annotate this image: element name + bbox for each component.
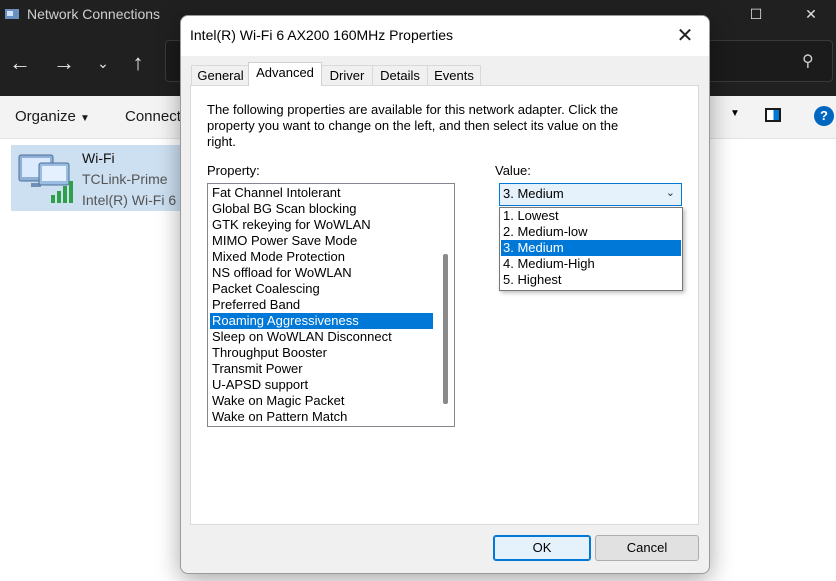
tab-events[interactable]: Events: [427, 65, 481, 86]
tab-advanced[interactable]: Advanced: [248, 62, 322, 86]
wifi-adapter-icon: [18, 154, 73, 203]
property-item[interactable]: Mixed Mode Protection: [210, 249, 345, 265]
value-label: Value:: [495, 163, 531, 178]
property-item[interactable]: MIMO Power Save Mode: [210, 233, 357, 249]
organize-menu[interactable]: Organize ▼: [15, 108, 90, 125]
description-text: The following properties are available f…: [207, 102, 619, 149]
chevron-down-icon: ▼: [80, 113, 90, 124]
value-option-selected[interactable]: 3. Medium: [501, 240, 681, 256]
property-item[interactable]: Wake on Pattern Match: [210, 409, 347, 425]
forward-arrow-icon[interactable]: →: [52, 52, 76, 76]
property-list-scrollbar[interactable]: [443, 254, 448, 404]
value-option[interactable]: 1. Lowest: [501, 208, 681, 224]
connection-name: Wi-Fi: [82, 150, 115, 166]
value-dropdown-list: 1. Lowest 2. Medium-low 3. Medium 4. Med…: [499, 207, 683, 291]
network-folder-icon: [5, 9, 19, 19]
ok-button[interactable]: OK: [493, 535, 591, 561]
tab-driver[interactable]: Driver: [321, 65, 373, 86]
recent-locations-chevron-icon[interactable]: ⌄: [91, 52, 115, 76]
chevron-down-icon[interactable]: ⌄: [666, 186, 675, 199]
property-item[interactable]: Wake on Magic Packet: [210, 393, 344, 409]
tab-general[interactable]: General: [191, 65, 250, 86]
window-title: Network Connections: [27, 6, 161, 22]
property-item[interactable]: Fat Channel Intolerant: [210, 185, 341, 201]
preview-pane-icon[interactable]: [765, 108, 781, 122]
property-item[interactable]: U-APSD support: [210, 377, 308, 393]
maximize-icon[interactable]: ☐: [746, 4, 766, 24]
close-window-icon[interactable]: ✕: [801, 4, 821, 24]
property-item[interactable]: Transmit Power: [210, 361, 303, 377]
adapter-properties-dialog: Intel(R) Wi-Fi 6 AX200 160MHz Properties…: [180, 15, 710, 574]
value-dropdown[interactable]: 3. Medium ⌄: [499, 183, 682, 206]
back-arrow-icon[interactable]: ←: [8, 52, 32, 76]
property-item[interactable]: Sleep on WoWLAN Disconnect: [210, 329, 392, 345]
property-item-selected[interactable]: Roaming Aggressiveness: [210, 313, 433, 329]
value-option[interactable]: 5. Highest: [501, 272, 681, 288]
property-listbox[interactable]: Fat Channel Intolerant Global BG Scan bl…: [207, 183, 455, 427]
up-arrow-icon[interactable]: ↑: [126, 52, 150, 76]
property-item[interactable]: GTK rekeying for WoWLAN: [210, 217, 371, 233]
tab-details[interactable]: Details: [372, 65, 428, 86]
wifi-connection-item[interactable]: Wi-Fi TCLink-Prime Intel(R) Wi-Fi 6: [11, 145, 183, 211]
property-item[interactable]: Throughput Booster: [210, 345, 327, 361]
value-selected: 3. Medium: [503, 186, 564, 201]
property-item[interactable]: Preferred Band: [210, 297, 300, 313]
organize-label: Organize: [15, 108, 76, 125]
connect-to-button[interactable]: Connect: [125, 108, 181, 125]
advanced-tab-panel: The following properties are available f…: [190, 85, 699, 525]
view-tools: ▼ ?: [706, 96, 836, 138]
connection-network: TCLink-Prime: [82, 171, 168, 187]
view-options-chevron-icon[interactable]: ▼: [730, 108, 740, 119]
cancel-button[interactable]: Cancel: [595, 535, 699, 561]
connection-device: Intel(R) Wi-Fi 6: [82, 192, 177, 208]
dialog-titlebar: Intel(R) Wi-Fi 6 AX200 160MHz Properties…: [181, 16, 709, 56]
value-option[interactable]: 2. Medium-low: [501, 224, 681, 240]
dialog-title: Intel(R) Wi-Fi 6 AX200 160MHz Properties: [190, 27, 453, 43]
close-icon[interactable]: ✕: [673, 24, 697, 48]
property-item[interactable]: Global BG Scan blocking: [210, 201, 357, 217]
property-item[interactable]: Packet Coalescing: [210, 281, 320, 297]
property-item[interactable]: NS offload for WoWLAN: [210, 265, 352, 281]
property-label: Property:: [207, 163, 260, 178]
help-icon[interactable]: ?: [814, 106, 834, 126]
value-option[interactable]: 4. Medium-High: [501, 256, 681, 272]
search-icon[interactable]: ⚲: [802, 51, 822, 71]
